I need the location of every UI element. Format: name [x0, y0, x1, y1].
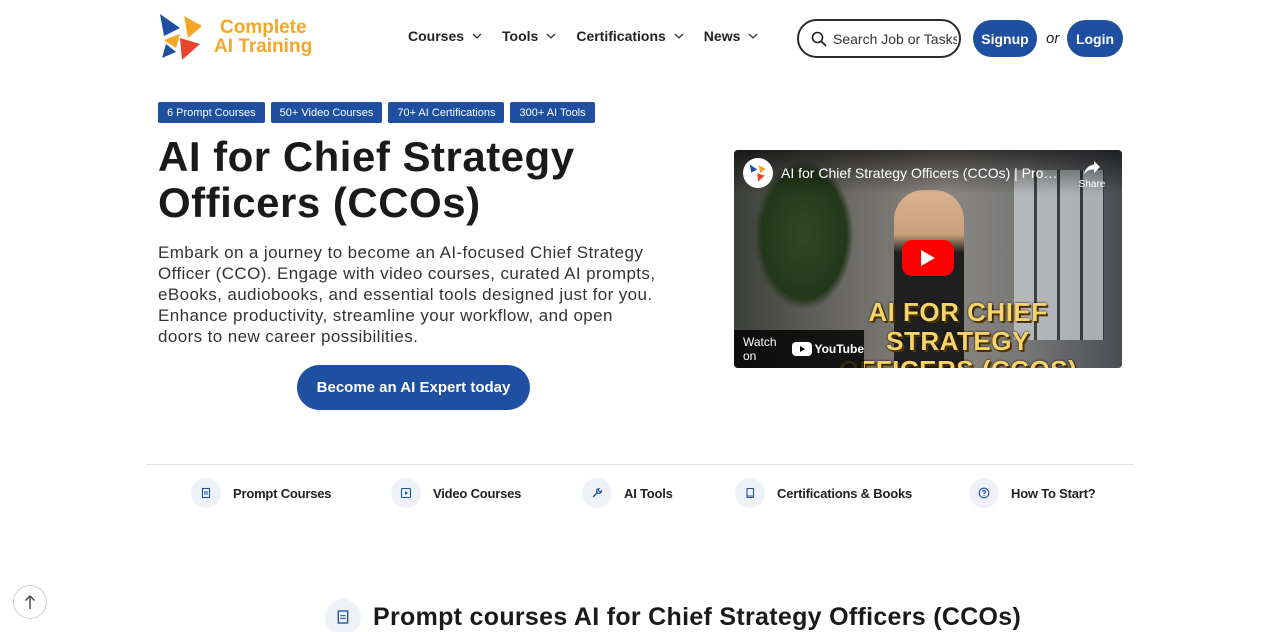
site-header: Complete AI Training Courses Tools Certi…	[0, 0, 1280, 78]
section-divider	[146, 464, 1134, 465]
play-button[interactable]	[902, 240, 954, 276]
document-icon	[191, 478, 221, 508]
quick-links: Prompt Courses Video Courses AI Tools Ce…	[0, 477, 1280, 509]
quicklink-label: AI Tools	[624, 485, 673, 501]
quicklink-video-courses[interactable]: Video Courses	[391, 477, 521, 509]
logo-mark-icon	[160, 14, 202, 60]
chevron-down-icon	[748, 33, 758, 39]
quicklink-ai-tools[interactable]: AI Tools	[582, 477, 673, 509]
book-icon	[735, 478, 765, 508]
nav-courses-label: Courses	[408, 28, 465, 44]
youtube-logo: YouTube	[792, 342, 864, 356]
nav-certifications[interactable]: Certifications	[576, 28, 684, 44]
tag-prompt-courses[interactable]: 6 Prompt Courses	[158, 102, 265, 123]
chevron-down-icon	[472, 33, 482, 39]
search-icon	[811, 31, 827, 47]
nav-news-label: News	[703, 28, 741, 44]
watch-on-youtube[interactable]: Watch on YouTube	[734, 330, 864, 368]
channel-logo-icon	[749, 164, 766, 182]
section-heading: Prompt courses AI for Chief Strategy Off…	[373, 602, 1022, 631]
tag-ai-tools[interactable]: 300+ AI Tools	[510, 102, 595, 123]
chevron-down-icon	[674, 33, 684, 39]
nav-certifications-label: Certifications	[576, 28, 666, 44]
video-title[interactable]: AI for Chief Strategy Officers (CCOs) | …	[781, 165, 1066, 181]
back-to-top-button[interactable]	[13, 585, 47, 619]
login-button[interactable]: Login	[1067, 20, 1123, 57]
site-logo[interactable]: Complete AI Training	[158, 14, 312, 60]
nav-tools-label: Tools	[502, 28, 539, 44]
quicklink-prompt-courses[interactable]: Prompt Courses	[191, 477, 332, 509]
youtube-label: YouTube	[814, 342, 864, 356]
become-expert-button[interactable]: Become an AI Expert today	[297, 365, 530, 410]
tag-certifications[interactable]: 70+ AI Certifications	[388, 102, 505, 123]
page-title: AI for Chief Strategy Officers (CCOs)	[158, 133, 575, 226]
prompt-courses-section-header: Prompt courses AI for Chief Strategy Off…	[325, 599, 1021, 632]
nav-courses[interactable]: Courses	[408, 28, 482, 44]
play-icon	[391, 478, 421, 508]
play-icon	[921, 250, 935, 266]
channel-avatar[interactable]	[743, 158, 773, 188]
chevron-down-icon	[546, 33, 556, 39]
watch-on-label: Watch on	[743, 335, 777, 363]
logo-line-2: AI Training	[214, 36, 313, 57]
search-input[interactable]	[833, 30, 957, 47]
arrow-up-icon	[25, 595, 35, 609]
signup-button[interactable]: Signup	[973, 20, 1037, 57]
tag-video-courses[interactable]: 50+ Video Courses	[270, 102, 383, 123]
nav-news[interactable]: News	[704, 28, 759, 44]
quicklink-label: Prompt Courses	[233, 485, 332, 501]
quicklink-label: How To Start?	[1011, 485, 1096, 501]
nav-tools[interactable]: Tools	[502, 28, 556, 44]
quicklink-label: Video Courses	[433, 485, 522, 501]
youtube-icon	[792, 342, 813, 356]
hero-description: Embark on a journey to become an AI-focu…	[158, 243, 656, 346]
share-icon	[1084, 161, 1100, 175]
logo-text: Complete AI Training	[214, 18, 312, 56]
feature-tags: 6 Prompt Courses 50+ Video Courses 70+ A…	[158, 102, 595, 123]
question-icon	[969, 478, 999, 508]
search-box[interactable]	[797, 19, 961, 58]
quicklink-certifications-books[interactable]: Certifications & Books	[735, 477, 912, 509]
quicklink-how-to-start[interactable]: How To Start?	[969, 477, 1096, 509]
wrench-icon	[582, 478, 612, 508]
share-label: Share	[1078, 179, 1106, 190]
share-button[interactable]: Share	[1074, 160, 1110, 190]
or-label: or	[1046, 30, 1060, 47]
document-icon	[325, 599, 361, 632]
logo-line-1: Complete	[220, 17, 307, 38]
quicklink-label: Certifications & Books	[777, 485, 913, 501]
video-embed[interactable]: AI for Chief Strategy Officers (CCOs) | …	[734, 150, 1122, 368]
main-nav: Courses Tools Certifications News	[408, 28, 778, 44]
